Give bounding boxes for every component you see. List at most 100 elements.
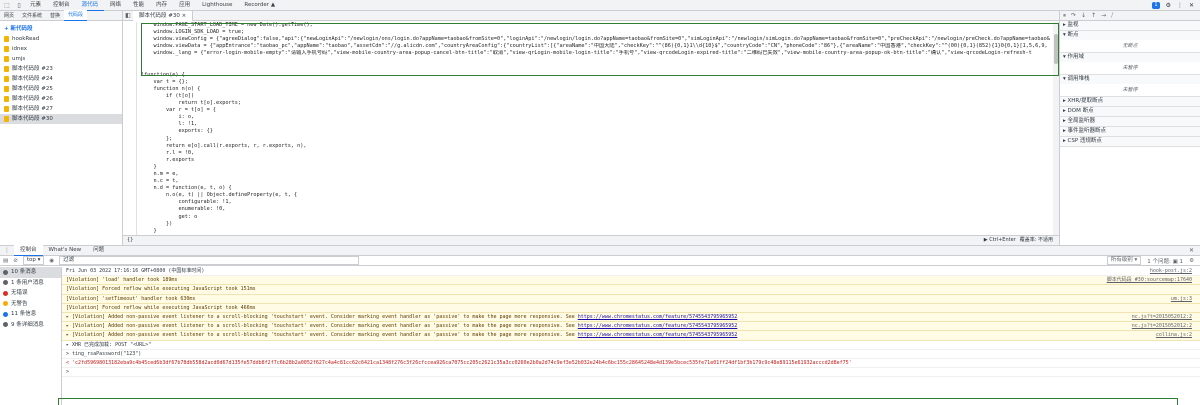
- snippet-list-item[interactable]: 脚本代码段 #27: [0, 104, 122, 114]
- console-message[interactable]: ▸ [Violation] Added non-passive event li…: [62, 322, 1200, 332]
- debugger-section-header[interactable]: ▸ XHR/提取断点: [1060, 97, 1200, 106]
- debugger-section-header[interactable]: ▸ DOM 断点: [1060, 107, 1200, 116]
- debugger-section: ▾ 作用域 未暂停: [1060, 53, 1200, 75]
- devtools-tab[interactable]: 元素: [24, 0, 47, 11]
- console-sidebar-item[interactable]: 无错误: [0, 288, 61, 299]
- more-options-icon[interactable]: ⋮: [1177, 2, 1183, 9]
- snippet-list-item[interactable]: 脚本代码段 #26: [0, 94, 122, 104]
- step-into-icon[interactable]: ↓: [1081, 12, 1086, 19]
- navigator-tabs: 网页 文件系统 替换 代码段: [0, 10, 122, 21]
- debugger-section-header[interactable]: ▸ 监视: [1060, 21, 1200, 30]
- sources-navigator: 网页 文件系统 替换 代码段 + 新代码段 hookRead idnex umjs 脚本代码…: [0, 10, 123, 245]
- devtools-tab[interactable]: 控制台: [47, 0, 76, 11]
- console-message-source[interactable]: hook-post.js:2: [1150, 267, 1200, 275]
- toggle-navigator-icon[interactable]: ◧: [123, 12, 133, 19]
- console-sidebar-item[interactable]: 10 条消息: [0, 267, 61, 278]
- navigator-tab[interactable]: 网页: [0, 11, 18, 21]
- console-message[interactable]: ▸ [Violation] Added non-passive event li…: [62, 312, 1200, 323]
- console-message[interactable]: > ting_rsaPassword("123"): [62, 349, 1200, 359]
- snippet-list-item[interactable]: 脚本代码段 #23: [0, 64, 122, 74]
- navigator-tab[interactable]: 文件系统: [18, 11, 46, 21]
- message-type-icon: [3, 269, 8, 275]
- snippet-list-item[interactable]: umjs: [0, 54, 122, 64]
- step-over-icon[interactable]: ↷: [1071, 12, 1076, 19]
- code-line: n.d = function(e, t, o) {: [141, 185, 232, 192]
- run-snippet-button[interactable]: ▶ Ctrl+Enter: [984, 236, 1016, 245]
- console-sidebar-item[interactable]: 无警告: [0, 299, 61, 310]
- context-selector[interactable]: top ▾: [22, 256, 45, 265]
- devtools-tab[interactable]: 应用: [173, 0, 196, 11]
- pause-icon[interactable]: ⏸: [1063, 12, 1066, 20]
- deactivate-breakpoints-icon[interactable]: ⧸: [1111, 12, 1113, 20]
- console-message-source[interactable]: 脚本代码段 #30:sourcemap:17640: [1107, 276, 1200, 284]
- sidebar-toggle-icon[interactable]: ▤: [3, 258, 8, 264]
- pretty-print-button[interactable]: {}: [127, 236, 133, 245]
- editor-tab-snippet30[interactable]: 脚本代码段 #30 ×: [133, 10, 194, 21]
- console-message-body: [Violation] Forced reflow while executin…: [66, 304, 256, 311]
- console-message[interactable]: >: [62, 368, 1200, 378]
- new-snippet-button[interactable]: + 新代码段: [0, 24, 122, 34]
- debugger-section-header[interactable]: ▾ 断点: [1060, 31, 1200, 40]
- drawer-menu-icon[interactable]: ⋮: [0, 247, 14, 254]
- snippet-list-item[interactable]: 脚本代码段 #24: [0, 74, 122, 84]
- debugger-section: ▸ DOM 断点: [1060, 107, 1200, 117]
- issues-count[interactable]: 1 个问题: ▣ 1: [1147, 257, 1183, 265]
- navigator-tab[interactable]: 代码段: [64, 10, 88, 21]
- console-message-link[interactable]: https://www.chromestatus.com/feature/574…: [578, 323, 738, 329]
- console-message-source[interactable]: nc.js?t=2015052012:2: [1132, 322, 1200, 330]
- console-filter-input[interactable]: 过滤: [59, 256, 360, 265]
- live-expression-eye-icon[interactable]: ◉: [49, 258, 54, 264]
- inspect-element-icon[interactable]: ⬚: [2, 0, 12, 10]
- settings-gear-icon[interactable]: ⚙: [1166, 2, 1171, 9]
- snippet-list-item[interactable]: 脚本代码段 #25: [0, 84, 122, 94]
- devtools-tab[interactable]: 网络: [104, 0, 127, 11]
- debugger-section-header[interactable]: ▸ 事件监听器断点: [1060, 127, 1200, 136]
- drawer-tab[interactable]: What's New: [43, 245, 88, 256]
- debugger-section-header[interactable]: ▾ 调用堆栈: [1060, 75, 1200, 84]
- console-sidebar-item[interactable]: 1 条用户消息: [0, 278, 61, 289]
- drawer-tab[interactable]: 问题: [87, 245, 110, 256]
- snippet-name: umjs: [12, 56, 26, 62]
- console-sidebar-item[interactable]: 11 条信息: [0, 309, 61, 320]
- console-message[interactable]: ▸ XHR 已完成加载: POST "<URL>": [62, 340, 1200, 350]
- line-gutter[interactable]: [123, 22, 137, 235]
- console-settings-gear-icon[interactable]: ⚙: [1189, 258, 1194, 264]
- close-drawer-icon[interactable]: ✕: [1189, 247, 1200, 254]
- console-message[interactable]: Fri Jun 03 2022 17:16:16 GMT+0800 (中国标准时…: [62, 267, 1200, 277]
- snippet-name: 脚本代码段 #25: [12, 86, 53, 92]
- snippet-list-item[interactable]: hookRead: [0, 34, 122, 44]
- navigator-tab[interactable]: 替换: [46, 11, 64, 21]
- issues-badge[interactable]: 1: [1152, 1, 1160, 9]
- devtools-tab[interactable]: 内存: [150, 0, 173, 11]
- console-message-text: < 'c2fd59698013182eba9c4b45ced6b3df67b78…: [66, 359, 1200, 367]
- console-message[interactable]: [Violation] 'load' handler took 189ms 脚本代…: [62, 276, 1200, 286]
- console-message[interactable]: ▸ [Violation] Added non-passive event li…: [62, 331, 1200, 341]
- devtools-tab[interactable]: Recorder ▲: [238, 0, 281, 11]
- device-toolbar-icon[interactable]: ▯: [14, 0, 24, 10]
- step-icon[interactable]: →: [1101, 12, 1106, 19]
- debugger-section-header[interactable]: ▸ CSP 违规断点: [1060, 137, 1200, 146]
- debugger-section-header[interactable]: ▾ 作用域: [1060, 53, 1200, 62]
- clear-console-icon[interactable]: ⊘: [13, 258, 18, 264]
- snippet-list-item[interactable]: 脚本代码段 #30: [0, 114, 122, 124]
- devtools-tab[interactable]: 源代码: [75, 0, 105, 11]
- devtools-tab[interactable]: Lighthouse: [196, 0, 238, 11]
- console-sidebar-item[interactable]: 9 条详细消息: [0, 320, 61, 331]
- step-out-icon[interactable]: ↑: [1091, 12, 1096, 19]
- console-message-source[interactable]: um.js:3: [1171, 295, 1200, 303]
- snippet-file-icon: [4, 106, 9, 112]
- console-message[interactable]: [Violation] Forced reflow while executin…: [62, 285, 1200, 295]
- close-devtools-icon[interactable]: ✕: [1189, 2, 1194, 9]
- drawer-tab[interactable]: 控制台: [14, 245, 43, 256]
- log-levels-dropdown[interactable]: 所有级别 ▾: [1106, 256, 1142, 265]
- console-message[interactable]: [Violation] Forced reflow while executin…: [62, 303, 1200, 313]
- snippet-list-item[interactable]: idnex: [0, 44, 122, 54]
- console-message[interactable]: < 'c2fd59698013182eba9c4b45ced6b3df67b78…: [62, 358, 1200, 369]
- console-message-link[interactable]: https://www.chromestatus.com/feature/574…: [578, 332, 738, 338]
- console-message-source[interactable]: collina.js:2: [1156, 331, 1200, 339]
- console-message-link[interactable]: https://www.chromestatus.com/feature/574…: [578, 314, 738, 320]
- console-message-source[interactable]: nc.js?t=2015052012:2: [1132, 313, 1200, 321]
- console-message[interactable]: [Violation] 'setTimeout' handler took 63…: [62, 294, 1200, 304]
- devtools-tab[interactable]: 性能: [127, 0, 150, 11]
- debugger-section-header[interactable]: ▸ 全局监听器: [1060, 117, 1200, 126]
